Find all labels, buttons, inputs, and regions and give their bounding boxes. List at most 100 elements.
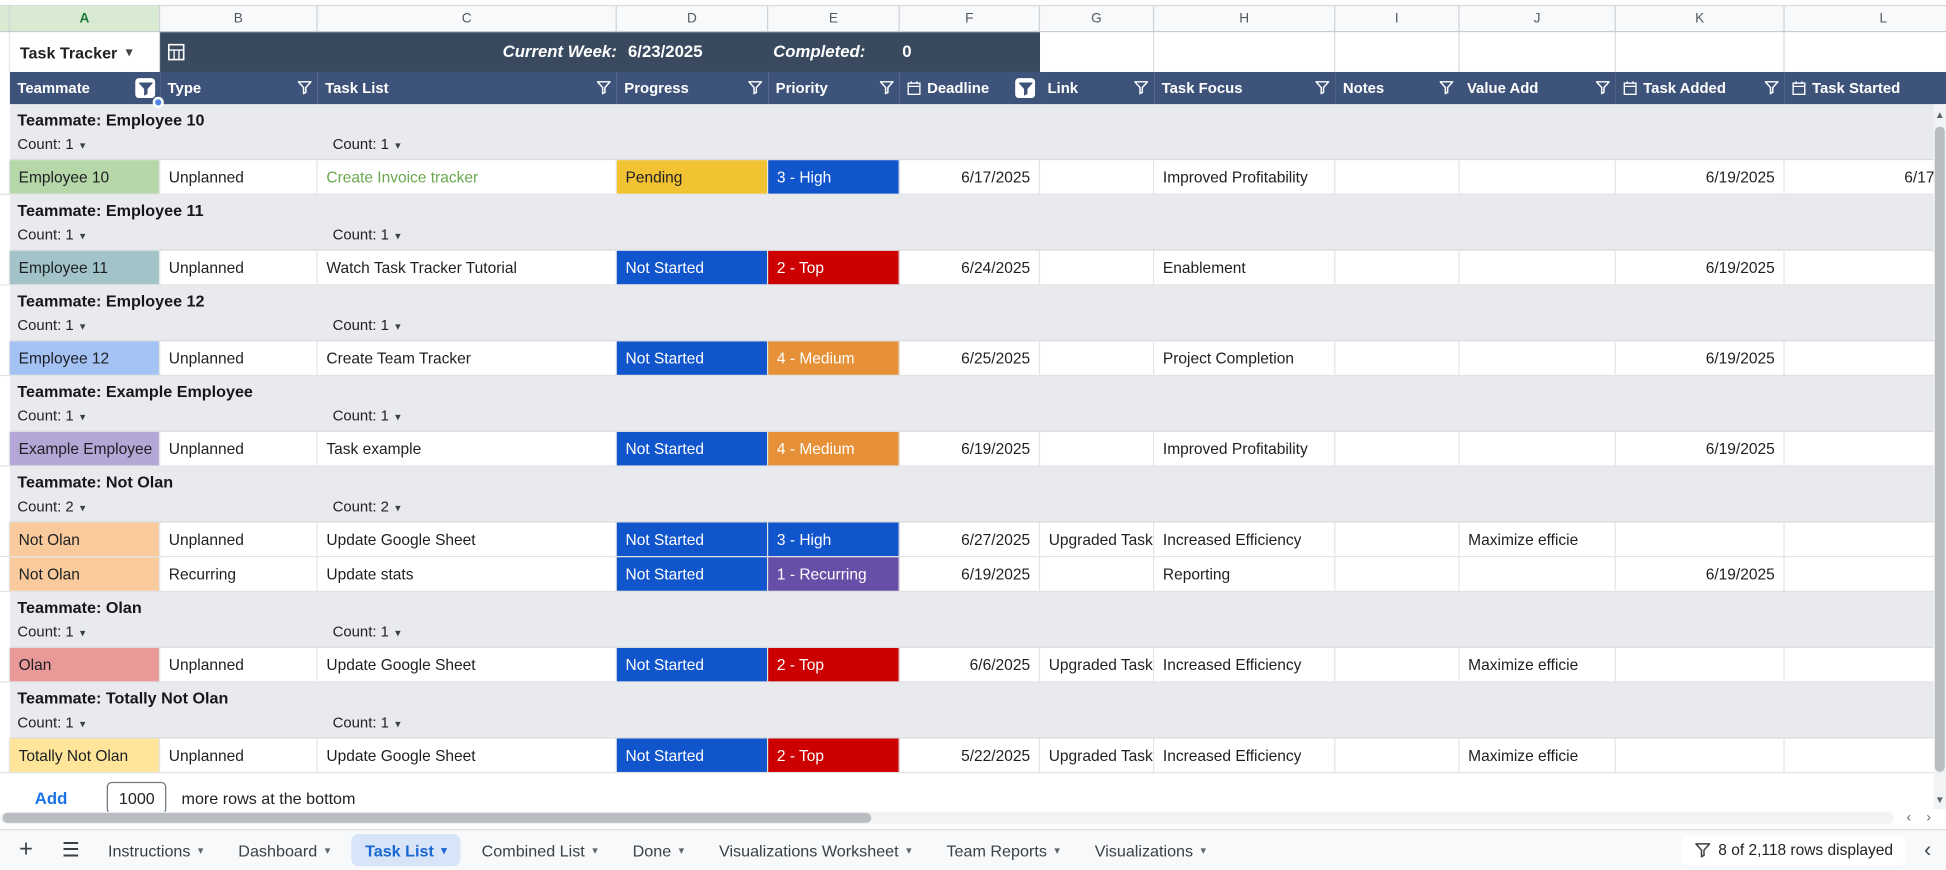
filter-active-icon[interactable] [1015,78,1035,98]
cell-priority[interactable]: 4 - Medium [768,432,900,466]
cell-type[interactable]: Unplanned [160,432,318,466]
header-task-added[interactable]: Task Added [1616,72,1785,104]
add-rows-button[interactable]: Add [35,789,68,808]
cell-focus[interactable]: Increased Efficiency [1154,738,1335,772]
group-count-task[interactable]: Count: 2▾ [333,498,401,515]
cell-task-started[interactable] [1785,522,1946,556]
tab-instructions[interactable]: Instructions▾ [94,834,217,866]
header-priority[interactable]: Priority [768,72,900,104]
vertical-scrollbar[interactable]: ▲ ▼ [1934,104,1946,809]
cell-deadline[interactable]: 6/27/2025 [900,522,1040,556]
cell-task-started[interactable] [1785,251,1946,285]
cell-focus[interactable]: Improved Profitability [1154,160,1335,194]
scroll-up-icon[interactable]: ▲ [1934,107,1946,122]
tab-done[interactable]: Done▾ [619,834,698,866]
cell-task-started[interactable] [1785,341,1946,375]
cell-value-add[interactable]: Maximize efficie [1459,522,1615,556]
cell-type[interactable]: Unplanned [160,522,318,556]
cell-link[interactable]: Upgraded Task [1040,738,1154,772]
header-type[interactable]: Type [160,72,318,104]
tab-task-list[interactable]: Task List▾ [351,834,460,866]
cell-task-added[interactable]: 6/19/2025 [1616,432,1785,466]
cell-notes[interactable] [1335,160,1459,194]
filter-icon[interactable] [1316,81,1330,98]
cell-teammate[interactable]: Olan [10,648,160,682]
cell-progress[interactable]: Not Started [617,648,768,682]
cell-priority[interactable]: 3 - High [768,522,900,556]
title-empty-cell[interactable] [1616,32,1785,72]
table-name-menu[interactable]: Task Tracker ▾ [10,32,160,72]
cell-task[interactable]: Create Invoice tracker [318,160,617,194]
cell-task-started[interactable] [1785,557,1946,591]
group-count-teammate[interactable]: Count: 1▾ [17,316,85,333]
cell-deadline[interactable]: 6/24/2025 [900,251,1040,285]
group-count-task[interactable]: Count: 1▾ [333,623,401,640]
group-count-task[interactable]: Count: 1▾ [333,407,401,424]
cell-task[interactable]: Create Team Tracker [318,341,617,375]
tab-dashboard[interactable]: Dashboard▾ [225,834,344,866]
cell-teammate[interactable]: Not Olan [10,522,160,556]
cell-task-added[interactable]: 6/19/2025 [1616,341,1785,375]
filter-status-chip[interactable]: 8 of 2,118 rows displayed [1681,835,1907,865]
cell-deadline[interactable]: 6/17/2025 [900,160,1040,194]
title-empty-cell[interactable] [1335,32,1459,72]
cell-value-add[interactable] [1459,160,1615,194]
filter-icon[interactable] [1765,81,1779,98]
group-count-teammate[interactable]: Count: 1▾ [17,226,85,243]
cell-task[interactable]: Watch Task Tracker Tutorial [318,251,617,285]
chevron-left-icon[interactable]: ‹ [1924,838,1931,863]
cell-link[interactable]: Upgraded Task [1040,522,1154,556]
cell-deadline[interactable]: 6/6/2025 [900,648,1040,682]
cell-progress[interactable]: Not Started [617,341,768,375]
filter-active-icon[interactable] [135,78,155,98]
column-header-E[interactable]: E [768,6,900,31]
cell-priority[interactable]: 2 - Top [768,251,900,285]
tab-combined-list[interactable]: Combined List▾ [468,834,612,866]
cell-teammate[interactable]: Totally Not Olan [10,738,160,772]
cell-task-started[interactable] [1785,648,1946,682]
cell-task-added[interactable] [1616,738,1785,772]
column-header-I[interactable]: I [1335,6,1459,31]
cell-priority[interactable]: 2 - Top [768,738,900,772]
cell-focus[interactable]: Increased Efficiency [1154,522,1335,556]
cell-deadline[interactable]: 6/19/2025 [900,432,1040,466]
header-task-list[interactable]: Task List [318,72,617,104]
cell-link[interactable] [1040,557,1154,591]
group-count-teammate[interactable]: Count: 1▾ [17,407,85,424]
cell-focus[interactable]: Increased Efficiency [1154,648,1335,682]
cell-type[interactable]: Unplanned [160,648,318,682]
cell-notes[interactable] [1335,341,1459,375]
cell-teammate[interactable]: Employee 11 [10,251,160,285]
header-teammate[interactable]: Teammate [10,72,160,104]
cell-progress[interactable]: Not Started [617,522,768,556]
cell-value-add[interactable] [1459,432,1615,466]
cell-task-started[interactable]: 6/17/2025 [1785,160,1946,194]
title-empty-cell[interactable] [1040,32,1154,72]
cell-teammate[interactable]: Not Olan [10,557,160,591]
cell-progress[interactable]: Not Started [617,432,768,466]
group-count-teammate[interactable]: Count: 1▾ [17,623,85,640]
cell-value-add[interactable] [1459,557,1615,591]
cell-task-added[interactable]: 6/19/2025 [1616,251,1785,285]
group-count-teammate[interactable]: Count: 1▾ [17,714,85,731]
cell-type[interactable]: Unplanned [160,738,318,772]
horizontal-scrollbar-thumb[interactable] [2,813,871,823]
cell-notes[interactable] [1335,648,1459,682]
cell-notes[interactable] [1335,522,1459,556]
cell-priority[interactable]: 1 - Recurring [768,557,900,591]
column-header-B[interactable]: B [160,6,318,31]
group-count-teammate[interactable]: Count: 1▾ [17,135,85,152]
column-header-A[interactable]: A [10,6,160,31]
filter-icon[interactable] [298,81,312,98]
cell-link[interactable] [1040,251,1154,285]
cell-teammate[interactable]: Employee 12 [10,341,160,375]
cell-progress[interactable]: Not Started [617,251,768,285]
title-empty-cell[interactable] [1154,32,1335,72]
group-count-task[interactable]: Count: 1▾ [333,226,401,243]
tab-visualizations[interactable]: Visualizations▾ [1081,834,1220,866]
column-header-H[interactable]: H [1154,6,1335,31]
cell-notes[interactable] [1335,432,1459,466]
group-count-task[interactable]: Count: 1▾ [333,316,401,333]
cell-type[interactable]: Unplanned [160,251,318,285]
cell-deadline[interactable]: 5/22/2025 [900,738,1040,772]
